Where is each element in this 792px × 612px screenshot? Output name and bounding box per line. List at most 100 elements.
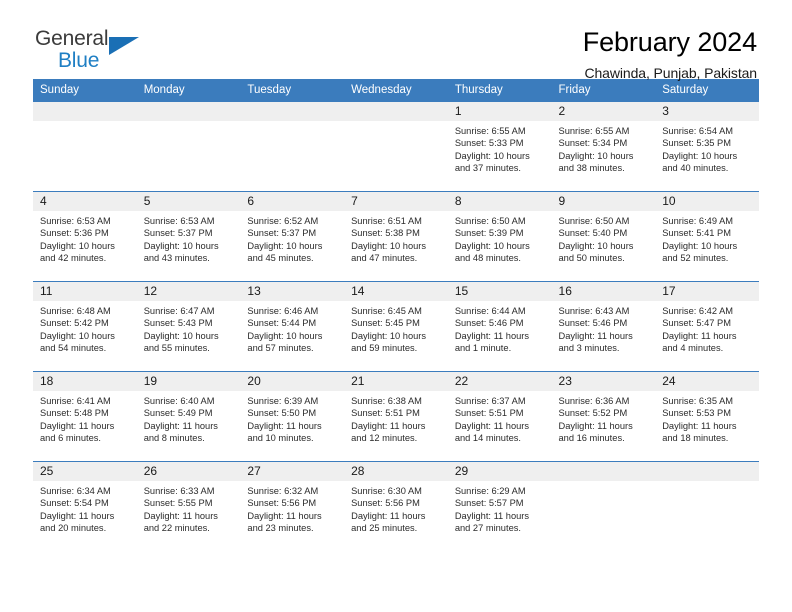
day-sun-info: Sunrise: 6:53 AM Sunset: 5:36 PM Daylight:…	[33, 211, 137, 265]
calendar-day-cell[interactable]: 8 Sunrise: 6:50 AM Sunset: 5:39 PM Daylight…	[447, 191, 552, 282]
calendar-day-cell[interactable]: 10 Sunrise: 6:49 AM Sunset: 5:41 PM Dayligh…	[655, 191, 759, 282]
calendar-day-cell[interactable]: 14 Sunrise: 6:45 AM Sunset: 5:45 PM Dayligh…	[344, 281, 448, 372]
sunset-time: Sunset: 5:54 PM	[40, 498, 109, 509]
daylight-duration-line1: Daylight: 11 hours	[351, 420, 426, 431]
generalblue-logo[interactable]: General Blue	[33, 28, 153, 80]
calendar-day-cell[interactable]: 12 Sunrise: 6:47 AM Sunset: 5:43 PM Dayligh…	[136, 281, 241, 372]
calendar-day-cell[interactable]: 4 Sunrise: 6:53 AM Sunset: 5:36 PM Daylight…	[33, 191, 137, 282]
daylight-duration-line1: Daylight: 11 hours	[558, 330, 633, 341]
page-header: General Blue February 2024 Chawinda, Pun…	[33, 0, 759, 82]
calendar-day-cell[interactable]: 6 Sunrise: 6:52 AM Sunset: 5:37 PM Daylight…	[240, 191, 345, 282]
calendar-day-cell[interactable]: 25 Sunrise: 6:34 AM Sunset: 5:54 PM Dayligh…	[33, 461, 137, 552]
calendar-day-cell[interactable]: 3 Sunrise: 6:54 AM Sunset: 5:35 PM Daylight…	[655, 101, 759, 192]
daylight-duration-line1: Daylight: 10 hours	[662, 240, 738, 251]
weekday-header-sunday: Sunday	[33, 79, 137, 102]
sunset-time: Sunset: 5:33 PM	[454, 138, 524, 149]
calendar-day-cell[interactable]: 1 Sunrise: 6:55 AM Sunset: 5:33 PM Daylight…	[447, 101, 552, 192]
day-sun-info: Sunrise: 6:43 AM Sunset: 5:46 PM Daylight:…	[552, 301, 656, 355]
daylight-duration-line1: Daylight: 10 hours	[143, 240, 219, 251]
page-title: February 2024	[582, 27, 757, 57]
calendar-day-cell[interactable]: 2 Sunrise: 6:55 AM Sunset: 5:34 PM Daylight…	[551, 101, 656, 192]
sunrise-time: Sunrise: 6:42 AM	[662, 306, 734, 316]
day-number: 17	[655, 282, 759, 301]
calendar-day-cell[interactable]: 23 Sunrise: 6:36 AM Sunset: 5:52 PM Dayligh…	[551, 371, 656, 462]
calendar-day-cell[interactable]: 29 Sunrise: 6:29 AM Sunset: 5:57 PM Dayligh…	[447, 461, 552, 552]
day-number	[655, 462, 759, 481]
daylight-duration-line2: and 47 minutes.	[351, 253, 418, 264]
calendar-day-cell[interactable]: 18 Sunrise: 6:41 AM Sunset: 5:48 PM Dayligh…	[33, 371, 137, 462]
calendar-day-cell[interactable]: 21 Sunrise: 6:38 AM Sunset: 5:51 PM Dayligh…	[344, 371, 448, 462]
sunset-time: Sunset: 5:44 PM	[247, 318, 317, 329]
weekday-header-tuesday: Tuesday	[240, 79, 345, 102]
day-number: 6	[240, 192, 345, 211]
daylight-duration-line1: Daylight: 11 hours	[40, 510, 115, 521]
daylight-duration-line2: and 42 minutes.	[40, 253, 107, 264]
daylight-duration-line2: and 38 minutes.	[558, 163, 625, 174]
day-sun-info: Sunrise: 6:37 AM Sunset: 5:51 PM Daylight:…	[448, 391, 552, 445]
calendar-day-cell[interactable]: 16 Sunrise: 6:43 AM Sunset: 5:46 PM Dayligh…	[551, 281, 656, 372]
sunset-time: Sunset: 5:39 PM	[454, 228, 524, 239]
daylight-duration-line2: and 43 minutes.	[143, 253, 210, 264]
calendar-week-row: 1 Sunrise: 6:55 AM Sunset: 5:33 PM Daylight…	[33, 101, 759, 192]
calendar-day-cell[interactable]: 27 Sunrise: 6:32 AM Sunset: 5:56 PM Dayligh…	[240, 461, 345, 552]
day-number: 29	[447, 462, 552, 481]
calendar-day-cell[interactable]: 7 Sunrise: 6:51 AM Sunset: 5:38 PM Daylight…	[344, 191, 448, 282]
day-number	[344, 102, 448, 121]
sunrise-time: Sunrise: 6:52 AM	[247, 216, 319, 226]
calendar-day-cell[interactable]: 9 Sunrise: 6:50 AM Sunset: 5:40 PM Daylight…	[551, 191, 656, 282]
calendar-day-cell-empty	[344, 101, 448, 192]
sunrise-time: Sunrise: 6:36 AM	[558, 396, 630, 406]
weekday-header-row: Sunday Monday Tuesday Wednesday Thursday…	[33, 79, 759, 102]
day-sun-info: Sunrise: 6:55 AM Sunset: 5:33 PM Daylight:…	[448, 121, 552, 175]
sunset-time: Sunset: 5:47 PM	[662, 318, 731, 329]
calendar-day-cell[interactable]: 5 Sunrise: 6:53 AM Sunset: 5:37 PM Daylight…	[136, 191, 241, 282]
daylight-duration-line1: Daylight: 10 hours	[454, 150, 530, 161]
sunset-time: Sunset: 5:48 PM	[40, 408, 109, 419]
day-number: 18	[33, 372, 137, 391]
calendar-day-cell-empty	[136, 101, 241, 192]
day-sun-info: Sunrise: 6:50 AM Sunset: 5:40 PM Daylight:…	[552, 211, 656, 265]
daylight-duration-line1: Daylight: 10 hours	[247, 240, 323, 251]
calendar-week-row: 25 Sunrise: 6:34 AM Sunset: 5:54 PM Dayligh…	[33, 461, 759, 552]
daylight-duration-line1: Daylight: 11 hours	[143, 420, 218, 431]
sunset-time: Sunset: 5:42 PM	[40, 318, 109, 329]
daylight-duration-line2: and 23 minutes.	[247, 523, 314, 534]
sunset-time: Sunset: 5:41 PM	[662, 228, 731, 239]
sunset-time: Sunset: 5:52 PM	[558, 408, 628, 419]
calendar-day-cell[interactable]: 11 Sunrise: 6:48 AM Sunset: 5:42 PM Dayligh…	[33, 281, 137, 372]
daylight-duration-line2: and 6 minutes.	[40, 433, 101, 444]
daylight-duration-line1: Daylight: 10 hours	[351, 330, 427, 341]
day-sun-info: Sunrise: 6:36 AM Sunset: 5:52 PM Daylight:…	[552, 391, 656, 445]
calendar-day-cell[interactable]: 22 Sunrise: 6:37 AM Sunset: 5:51 PM Dayligh…	[447, 371, 552, 462]
logo-triangle-icon	[109, 37, 139, 55]
calendar-day-cell-empty	[655, 461, 759, 552]
sunrise-time: Sunrise: 6:51 AM	[351, 216, 422, 226]
calendar-day-cell[interactable]: 19 Sunrise: 6:40 AM Sunset: 5:49 PM Dayligh…	[136, 371, 241, 462]
sunrise-time: Sunrise: 6:53 AM	[143, 216, 215, 226]
daylight-duration-line2: and 50 minutes.	[558, 253, 625, 264]
calendar-day-cell[interactable]: 28 Sunrise: 6:30 AM Sunset: 5:56 PM Dayligh…	[344, 461, 448, 552]
daylight-duration-line1: Daylight: 10 hours	[40, 330, 115, 341]
daylight-duration-line2: and 52 minutes.	[662, 253, 729, 264]
daylight-duration-line1: Daylight: 10 hours	[247, 330, 323, 341]
sunset-time: Sunset: 5:56 PM	[247, 498, 317, 509]
day-number: 20	[240, 372, 345, 391]
sunrise-time: Sunrise: 6:54 AM	[662, 126, 734, 136]
calendar-day-cell[interactable]: 13 Sunrise: 6:46 AM Sunset: 5:44 PM Dayligh…	[240, 281, 345, 372]
sunrise-time: Sunrise: 6:35 AM	[662, 396, 734, 406]
day-number: 4	[33, 192, 137, 211]
calendar-day-cell[interactable]: 24 Sunrise: 6:35 AM Sunset: 5:53 PM Dayligh…	[655, 371, 759, 462]
day-sun-info: Sunrise: 6:39 AM Sunset: 5:50 PM Daylight:…	[240, 391, 344, 445]
calendar-day-cell[interactable]: 17 Sunrise: 6:42 AM Sunset: 5:47 PM Dayligh…	[655, 281, 759, 372]
calendar-day-cell[interactable]: 15 Sunrise: 6:44 AM Sunset: 5:46 PM Dayligh…	[447, 281, 552, 372]
daylight-duration-line1: Daylight: 11 hours	[454, 420, 530, 431]
day-number: 22	[447, 372, 552, 391]
calendar-day-cell[interactable]: 20 Sunrise: 6:39 AM Sunset: 5:50 PM Dayligh…	[240, 371, 345, 462]
sunset-time: Sunset: 5:46 PM	[454, 318, 524, 329]
daylight-duration-line2: and 55 minutes.	[143, 343, 210, 354]
daylight-duration-line1: Daylight: 11 hours	[40, 420, 115, 431]
sunset-time: Sunset: 5:55 PM	[143, 498, 213, 509]
day-sun-info: Sunrise: 6:33 AM Sunset: 5:55 PM Daylight:…	[137, 481, 241, 535]
calendar-day-cell[interactable]: 26 Sunrise: 6:33 AM Sunset: 5:55 PM Dayligh…	[136, 461, 241, 552]
daylight-duration-line1: Daylight: 10 hours	[558, 150, 634, 161]
